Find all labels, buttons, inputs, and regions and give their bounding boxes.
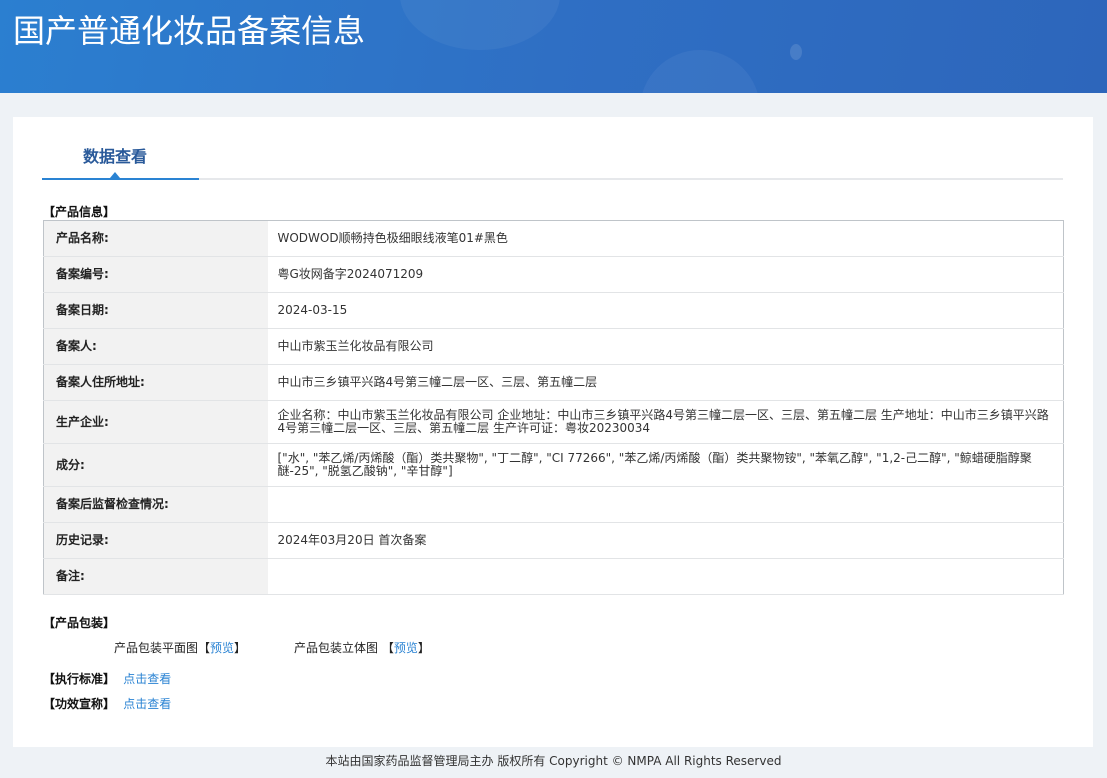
bracket: 【 <box>198 641 211 655</box>
standard-view-link[interactable]: 点击查看 <box>123 672 171 686</box>
efficacy-view-link[interactable]: 点击查看 <box>123 697 171 711</box>
row-label: 备案后监督检查情况: <box>43 486 268 523</box>
bracket: 【 <box>381 641 394 655</box>
row-label: 备案日期: <box>43 292 268 329</box>
row-label: 备案编号: <box>43 256 268 293</box>
row-value: 中山市紫玉兰化妆品有限公司 <box>267 328 1064 365</box>
standard-row: 【执行标准】 点击查看 <box>43 670 171 687</box>
table-row: 备案后监督检查情况: <box>43 486 1064 523</box>
header-banner: 国产普通化妆品备案信息 <box>0 0 1107 93</box>
solid-image-item: 产品包装立体图 【预览】 <box>294 639 430 656</box>
row-value: 中山市三乡镇平兴路4号第三幢二层一区、三层、第五幢二层 <box>267 364 1064 401</box>
row-label: 历史记录: <box>43 522 268 559</box>
product-info-table: 产品名称: WODWOD顺畅持色极细眼线液笔01#黑色 备案编号: 粤G妆网备字202… <box>43 220 1064 595</box>
flat-preview-link[interactable]: 预览 <box>210 641 234 655</box>
table-row: 备案日期: 2024-03-15 <box>43 292 1064 329</box>
tab-arrow-icon <box>110 172 120 178</box>
table-row: 备注: <box>43 558 1064 595</box>
table-row: 产品名称: WODWOD顺畅持色极细眼线液笔01#黑色 <box>43 220 1064 257</box>
row-value: 企业名称：中山市紫玉兰化妆品有限公司 企业地址：中山市三乡镇平兴路4号第三幢二层… <box>267 400 1064 444</box>
row-label: 产品名称: <box>43 220 268 257</box>
row-value: 2024-03-15 <box>267 292 1064 329</box>
flat-image-label: 产品包装平面图 <box>114 641 199 655</box>
flat-image-item: 产品包装平面图【预览】 <box>114 639 246 656</box>
efficacy-label: 【功效宣称】 <box>43 697 116 711</box>
product-info-heading: 【产品信息】 <box>43 205 116 219</box>
row-value: 粤G妆网备字2024071209 <box>267 256 1064 293</box>
tab-active-indicator <box>42 178 199 180</box>
row-value: ["水", "苯乙烯/丙烯酸（酯）类共聚物", "丁二醇", "CI 77266… <box>267 443 1064 487</box>
row-label: 备案人: <box>43 328 268 365</box>
table-row: 备案编号: 粤G妆网备字2024071209 <box>43 256 1064 293</box>
tab-data-view[interactable]: 数据查看 <box>83 143 147 167</box>
content-card: 数据查看 【产品信息】 产品名称: WODWOD顺畅持色极细眼线液笔01#黑色 备案… <box>13 117 1093 747</box>
efficacy-row: 【功效宣称】 点击查看 <box>43 695 171 712</box>
row-label: 成分: <box>43 443 268 487</box>
standard-label: 【执行标准】 <box>43 672 116 686</box>
row-value: WODWOD顺畅持色极细眼线液笔01#黑色 <box>267 220 1064 257</box>
table-row: 生产企业: 企业名称：中山市紫玉兰化妆品有限公司 企业地址：中山市三乡镇平兴路4号… <box>43 400 1064 444</box>
row-value: 2024年03月20日 首次备案 <box>267 522 1064 559</box>
row-label: 备案人住所地址: <box>43 364 268 401</box>
table-row: 备案人住所地址: 中山市三乡镇平兴路4号第三幢二层一区、三层、第五幢二层 <box>43 364 1064 401</box>
row-label: 生产企业: <box>43 400 268 444</box>
bracket: 】 <box>234 641 247 655</box>
solid-preview-link[interactable]: 预览 <box>394 641 418 655</box>
footer: 本站由国家药品监督管理局主办 版权所有 Copyright © NMPA All… <box>325 754 782 768</box>
row-value <box>267 558 1064 595</box>
row-value <box>267 486 1064 523</box>
bracket: 】 <box>417 641 430 655</box>
solid-image-label: 产品包装立体图 <box>294 641 379 655</box>
row-label: 备注: <box>43 558 268 595</box>
page-title: 国产普通化妆品备案信息 <box>13 12 366 50</box>
table-row: 成分: ["水", "苯乙烯/丙烯酸（酯）类共聚物", "丁二醇", "CI 77… <box>43 443 1064 487</box>
packaging-heading: 【产品包装】 <box>43 616 116 630</box>
table-row: 备案人: 中山市紫玉兰化妆品有限公司 <box>43 328 1064 365</box>
table-row: 历史记录: 2024年03月20日 首次备案 <box>43 522 1064 559</box>
